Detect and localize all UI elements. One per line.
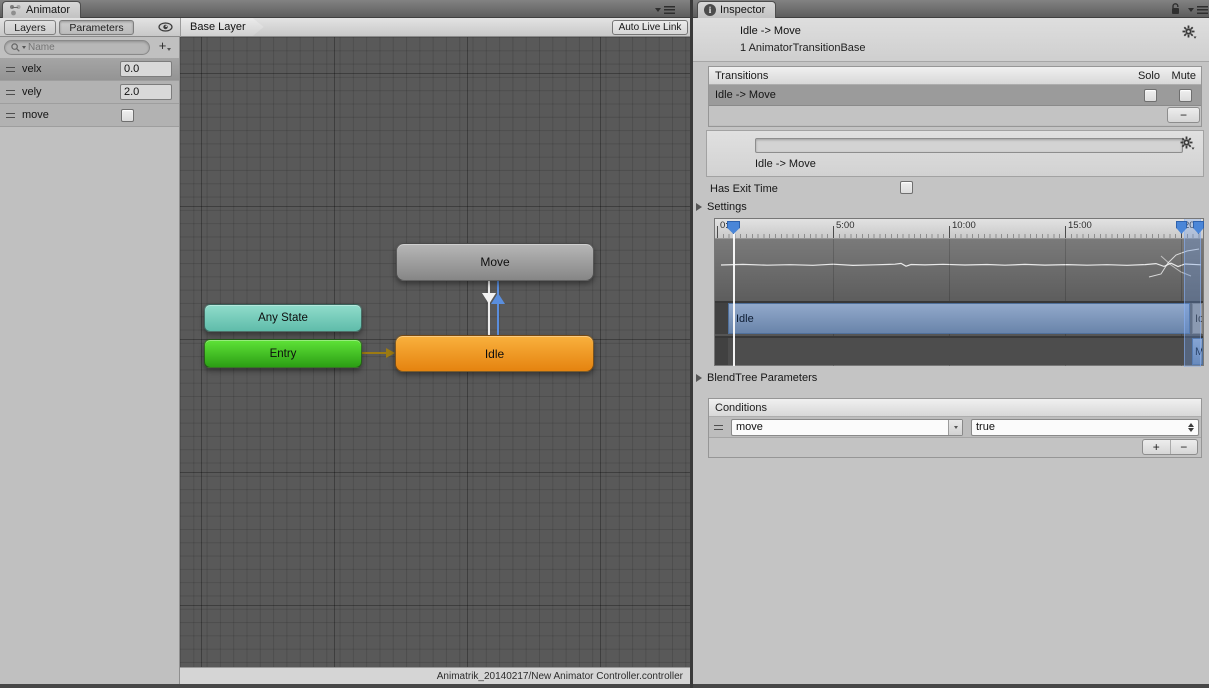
state-node-move[interactable]: Move — [396, 243, 594, 281]
conditions-section: Conditions move true — [708, 398, 1202, 458]
source-clip-bar[interactable]: Idle — [728, 303, 1190, 334]
breadcrumb-base-layer[interactable]: Base Layer — [181, 18, 264, 36]
parameter-row-velx[interactable]: velx — [0, 58, 179, 81]
condition-row[interactable]: move true — [709, 417, 1201, 438]
state-machine-graph[interactable]: Move Any State Entry Idle — [180, 37, 690, 667]
transition-name-block: Idle -> Move — [706, 130, 1204, 177]
inspector-tab[interactable]: i Inspector — [697, 1, 776, 18]
transition-subtitle: 1 AnimatorTransitionBase — [740, 42, 866, 54]
inspector-header: Idle -> Move 1 AnimatorTransitionBase — [693, 18, 1209, 62]
parameter-value-field[interactable] — [120, 84, 172, 100]
gear-icon[interactable] — [1182, 25, 1197, 39]
remove-condition-button[interactable]: − — [1171, 440, 1198, 454]
solo-checkbox[interactable] — [1144, 89, 1157, 102]
state-node-any-state[interactable]: Any State — [204, 304, 362, 332]
timeline-destination-row: Mo — [715, 336, 1203, 365]
animator-tab-icon — [9, 4, 22, 16]
state-node-idle[interactable]: Idle — [395, 335, 594, 372]
parameters-panel: + velx vely move — [0, 37, 180, 684]
playhead-line — [733, 232, 735, 366]
transition-arrowhead-right — [386, 348, 395, 358]
blendtree-parameters-foldout[interactable]: BlendTree Parameters — [696, 372, 817, 384]
parameter-name: vely — [22, 86, 42, 98]
panel-divider[interactable] — [690, 0, 693, 688]
mute-column-label: Mute — [1172, 67, 1196, 85]
timeline-source-row: Idle Id — [715, 303, 1203, 334]
auto-live-link-button[interactable]: Auto Live Link — [612, 20, 688, 35]
transition-list-item[interactable]: Idle -> Move — [709, 85, 1201, 106]
settings-foldout[interactable]: Settings — [696, 201, 747, 213]
foldout-icon — [696, 374, 702, 382]
tab-layers[interactable]: Layers — [4, 20, 56, 35]
animator-tab-label: Animator — [26, 4, 70, 16]
condition-parameter-dropdown[interactable]: move — [731, 419, 963, 436]
parameter-row-vely[interactable]: vely — [0, 81, 179, 104]
animator-toolbar: Layers Parameters Base Layer Auto Live L… — [0, 18, 691, 37]
parameter-value-field[interactable] — [120, 61, 172, 77]
mute-checkbox[interactable] — [1179, 89, 1192, 102]
inspector-info-icon: i — [704, 4, 716, 16]
parameter-search-field[interactable] — [4, 40, 150, 55]
parameter-name: velx — [22, 63, 42, 75]
transition-region-overlay[interactable] — [1184, 219, 1201, 367]
inspector-panel-menu-icon[interactable] — [1188, 6, 1208, 14]
parameter-checkbox[interactable] — [121, 109, 134, 122]
transition-entry-to-idle[interactable] — [362, 352, 388, 354]
tab-parameters[interactable]: Parameters — [59, 20, 134, 35]
condition-list-buttons: + − — [1142, 439, 1198, 455]
foldout-icon — [696, 203, 702, 211]
drag-handle-icon[interactable] — [6, 67, 15, 72]
solo-column-label: Solo — [1138, 67, 1160, 85]
dropdown-arrow-icon[interactable] — [948, 420, 962, 435]
inspector-panel: Idle -> Move 1 AnimatorTransitionBase — [693, 18, 1209, 684]
transitions-header: Transitions Solo Mute — [709, 67, 1201, 85]
stepper-icon — [1188, 423, 1194, 433]
add-parameter-button[interactable]: + — [156, 39, 174, 55]
transitions-list: Transitions Solo Mute Idle -> Move − — [708, 66, 1202, 127]
gear-icon[interactable] — [1180, 136, 1195, 150]
has-exit-time-checkbox[interactable] — [900, 181, 913, 194]
add-condition-button[interactable]: + — [1143, 440, 1171, 454]
inspector-tab-label: Inspector — [720, 4, 765, 16]
transition-name-input[interactable] — [755, 138, 1183, 153]
search-input[interactable] — [28, 42, 143, 53]
lock-icon[interactable] — [1170, 3, 1181, 15]
transition-move-to-idle[interactable] — [488, 281, 490, 335]
drag-handle-icon[interactable] — [6, 113, 15, 118]
transition-arrowhead-up — [491, 293, 505, 304]
controller-path: Animatrik_20140217/New Animator Controll… — [437, 671, 683, 682]
state-node-entry[interactable]: Entry — [204, 339, 362, 368]
parameter-name: move — [22, 109, 49, 121]
condition-value-dropdown[interactable]: true — [971, 419, 1199, 436]
search-icon — [11, 43, 20, 52]
drag-handle-icon[interactable] — [6, 90, 15, 95]
animator-panel-menu-icon[interactable] — [655, 6, 675, 14]
unity-editor: Animator i Inspector Layers Parameters — [0, 0, 1209, 688]
has-exit-time-label: Has Exit Time — [710, 183, 778, 195]
transition-title: Idle -> Move — [740, 25, 801, 37]
blend-preview-area — [715, 239, 1203, 301]
eye-icon[interactable] — [158, 21, 173, 33]
tick-label: 10:00 — [952, 220, 976, 231]
tick-label: 15:00 — [1068, 220, 1092, 231]
animator-tab[interactable]: Animator — [2, 1, 81, 18]
window-bottom-edge — [0, 684, 1209, 688]
transition-name-caption: Idle -> Move — [755, 158, 816, 170]
controller-path-statusbar: Animatrik_20140217/New Animator Controll… — [180, 667, 690, 684]
search-filter-dropdown-icon[interactable] — [22, 46, 26, 49]
tab-strip: Animator i Inspector — [0, 0, 1209, 18]
parameter-row-move[interactable]: move — [0, 104, 179, 127]
timeline-ruler[interactable]: 0:00 5:00 10:00 15:00 20:00 — [715, 219, 1203, 239]
conditions-header: Conditions — [709, 399, 1201, 417]
drag-handle-icon[interactable] — [714, 425, 723, 430]
transition-idle-to-move-selected[interactable] — [497, 281, 499, 335]
tick-label: 5:00 — [836, 220, 855, 231]
transition-timeline[interactable]: 0:00 5:00 10:00 15:00 20:00 Idle — [714, 218, 1204, 366]
remove-transition-button[interactable]: − — [1167, 107, 1200, 123]
